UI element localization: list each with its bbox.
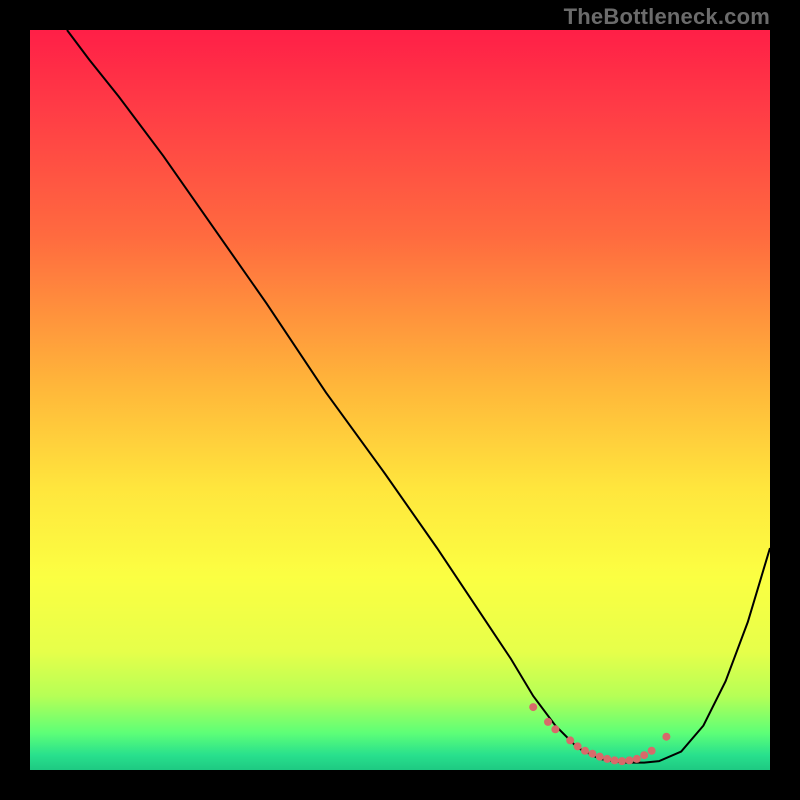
trough-marker-dot	[603, 755, 611, 763]
trough-marker-dot	[633, 755, 641, 763]
trough-marker-dot	[611, 756, 619, 764]
chart-frame: TheBottleneck.com	[0, 0, 800, 800]
watermark-text: TheBottleneck.com	[564, 4, 770, 30]
trough-marker-dot	[551, 725, 559, 733]
plot-area	[30, 30, 770, 770]
trough-marker-dot	[588, 750, 596, 758]
trough-marker-dot	[640, 751, 648, 759]
trough-marker-dot	[596, 753, 604, 761]
trough-marker-dot	[618, 757, 626, 765]
trough-marker-dot	[544, 718, 552, 726]
trough-marker-dot	[662, 733, 670, 741]
trough-marker-dot	[574, 742, 582, 750]
curve-svg	[30, 30, 770, 770]
trough-marker-dot	[529, 703, 537, 711]
trough-marker-dot	[648, 747, 656, 755]
trough-marker-dot	[625, 756, 633, 764]
trough-marker-dot	[566, 736, 574, 744]
bottleneck-curve-path	[67, 30, 770, 763]
trough-marker-dot	[581, 747, 589, 755]
trough-marker-group	[529, 703, 670, 765]
